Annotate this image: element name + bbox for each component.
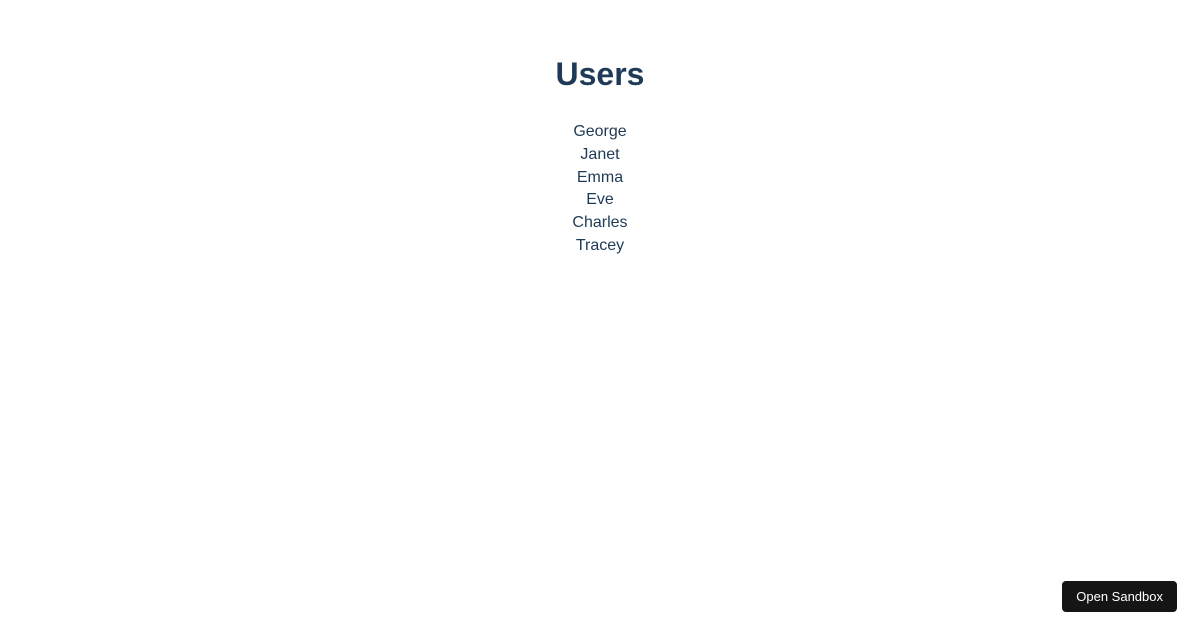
main-content: Users George Janet Emma Eve Charles Trac… (0, 0, 1200, 258)
open-sandbox-button[interactable]: Open Sandbox (1062, 581, 1177, 612)
user-list: George Janet Emma Eve Charles Tracey (0, 121, 1200, 258)
list-item: Tracey (0, 235, 1200, 258)
list-item: Eve (0, 189, 1200, 212)
list-item: Janet (0, 144, 1200, 167)
list-item: Charles (0, 212, 1200, 235)
list-item: George (0, 121, 1200, 144)
page-title: Users (0, 56, 1200, 93)
list-item: Emma (0, 167, 1200, 190)
